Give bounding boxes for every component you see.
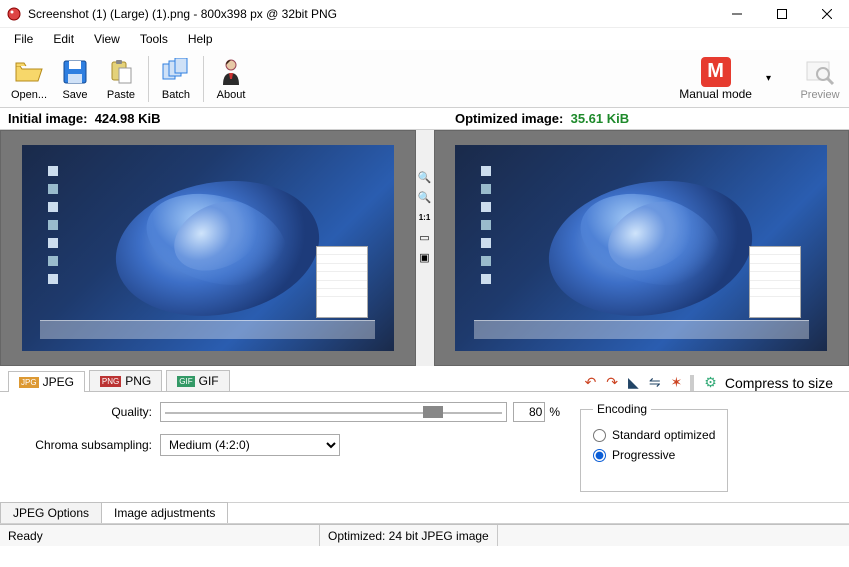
quality-input[interactable] bbox=[513, 402, 545, 422]
gif-icon: GIF bbox=[177, 376, 194, 387]
zoom-tools: 🔍 🔍 1:1 ▭ ▣ bbox=[416, 130, 434, 366]
zoom-out-button[interactable]: 🔍 bbox=[418, 190, 432, 204]
zoom-1to1-button[interactable]: 1:1 bbox=[418, 210, 432, 224]
floppy-disk-icon bbox=[60, 57, 90, 87]
preview-button[interactable]: Preview bbox=[797, 55, 843, 103]
optimized-image-view[interactable] bbox=[434, 130, 849, 366]
flip-horizontal-button[interactable]: ⇋ bbox=[647, 374, 663, 391]
save-button[interactable]: Save bbox=[52, 55, 98, 103]
maximize-button[interactable] bbox=[759, 0, 804, 28]
status-ready: Ready bbox=[0, 525, 320, 546]
tab-jpeg[interactable]: JPG JPEG bbox=[8, 371, 85, 392]
undo-button[interactable]: ↶ bbox=[583, 374, 599, 391]
zoom-in-button[interactable]: 🔍 bbox=[418, 170, 432, 184]
initial-image-label: Initial image: bbox=[8, 111, 87, 126]
compress-to-size-button[interactable]: ⚙ Compress to size bbox=[700, 374, 837, 391]
person-icon bbox=[216, 57, 246, 87]
quality-label: Quality: bbox=[20, 405, 160, 419]
open-button[interactable]: Open... bbox=[6, 55, 52, 103]
fit-width-button[interactable]: ▭ bbox=[418, 230, 432, 244]
tab-png[interactable]: PNG PNG bbox=[89, 370, 162, 391]
bottom-tab-image-adjustments[interactable]: Image adjustments bbox=[101, 502, 228, 523]
png-icon: PNG bbox=[100, 376, 121, 387]
bottom-tab-jpeg-options[interactable]: JPEG Options bbox=[0, 502, 102, 523]
window-title: Screenshot (1) (Large) (1).png - 800x398… bbox=[28, 7, 714, 21]
clipboard-paste-icon bbox=[106, 57, 136, 87]
crop-button[interactable]: ✶ bbox=[669, 374, 685, 391]
app-icon bbox=[6, 6, 22, 22]
magnifier-icon bbox=[805, 57, 835, 87]
close-button[interactable] bbox=[804, 0, 849, 28]
batch-icon bbox=[161, 57, 191, 87]
chroma-label: Chroma subsampling: bbox=[20, 438, 160, 452]
menu-file[interactable]: File bbox=[4, 30, 43, 48]
gear-icon: ⚙ bbox=[702, 374, 719, 391]
jpeg-icon: JPG bbox=[19, 377, 39, 388]
optimized-image-label: Optimized image: bbox=[455, 111, 563, 126]
encoding-progressive-radio[interactable] bbox=[593, 449, 606, 462]
about-button[interactable]: About bbox=[208, 55, 254, 103]
menu-view[interactable]: View bbox=[84, 30, 130, 48]
initial-image-size: 424.98 KiB bbox=[95, 111, 161, 126]
minimize-button[interactable] bbox=[714, 0, 759, 28]
initial-image-view[interactable] bbox=[0, 130, 416, 366]
status-optimized: Optimized: 24 bit JPEG image bbox=[320, 525, 498, 546]
mode-button[interactable]: M Manual mode bbox=[675, 55, 756, 103]
manual-mode-icon: M bbox=[701, 57, 731, 87]
menu-edit[interactable]: Edit bbox=[43, 30, 84, 48]
paste-button[interactable]: Paste bbox=[98, 55, 144, 103]
batch-button[interactable]: Batch bbox=[153, 55, 199, 103]
folder-open-icon bbox=[14, 57, 44, 87]
fit-screen-button[interactable]: ▣ bbox=[418, 250, 432, 264]
quality-slider[interactable] bbox=[160, 402, 507, 422]
encoding-group: Encoding Standard optimized Progressive bbox=[580, 402, 728, 492]
rotate-button[interactable]: ◣ bbox=[626, 374, 641, 391]
redo-button[interactable]: ↷ bbox=[604, 374, 620, 391]
tab-gif[interactable]: GIF GIF bbox=[166, 370, 229, 391]
optimized-image-size: 35.61 KiB bbox=[571, 111, 630, 126]
encoding-standard-radio[interactable] bbox=[593, 429, 606, 442]
menu-help[interactable]: Help bbox=[178, 30, 223, 48]
menu-tools[interactable]: Tools bbox=[130, 30, 178, 48]
mode-dropdown[interactable]: ▾ bbox=[760, 73, 777, 84]
chroma-select[interactable]: Medium (4:2:0) bbox=[160, 434, 340, 456]
